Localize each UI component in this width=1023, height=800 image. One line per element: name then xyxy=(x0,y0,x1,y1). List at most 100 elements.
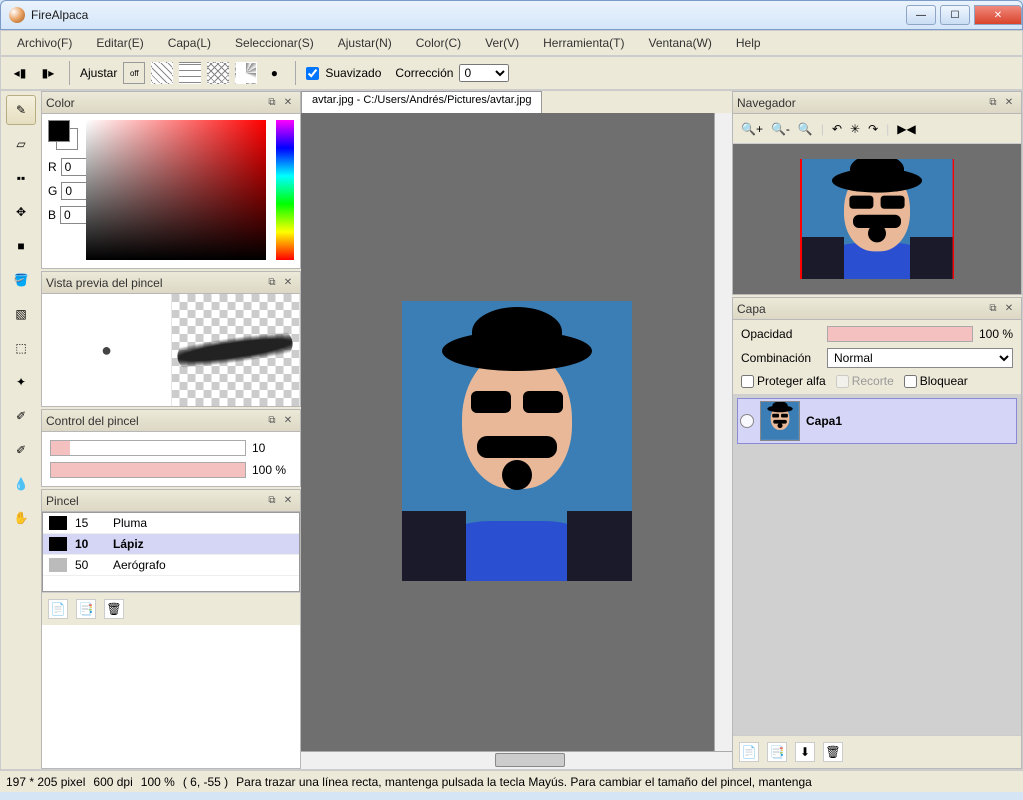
rotate-right-icon[interactable]: ↷ xyxy=(868,122,878,136)
status-position: ( 6, -55 ) xyxy=(183,775,228,789)
pencil-tool[interactable]: ✎ xyxy=(6,95,36,125)
navigator-preview[interactable] xyxy=(733,144,1021,294)
select-erase-tool[interactable]: ✐ xyxy=(6,435,36,465)
menu-color[interactable]: Color(C) xyxy=(404,32,473,54)
minimize-button[interactable]: — xyxy=(906,5,936,25)
snap-cross-icon[interactable] xyxy=(207,62,229,84)
menu-adjust[interactable]: Ajustar(N) xyxy=(326,32,404,54)
lock-checkbox[interactable] xyxy=(904,375,917,388)
move-tool[interactable]: ✥ xyxy=(6,197,36,227)
smoothing-checkbox[interactable] xyxy=(306,67,319,80)
brush-list[interactable]: 15Pluma 10Lápiz 50Aerógrafo xyxy=(42,512,300,592)
undock-icon[interactable]: ⧉ xyxy=(264,413,280,429)
brush-size-slider[interactable] xyxy=(50,440,246,456)
menu-layer[interactable]: Capa(L) xyxy=(156,32,223,54)
menu-window[interactable]: Ventana(W) xyxy=(636,32,723,54)
undock-icon[interactable]: ⧉ xyxy=(985,301,1001,317)
dot-tool[interactable]: ▪▪ xyxy=(6,163,36,193)
undock-icon[interactable]: ⧉ xyxy=(985,95,1001,111)
horizontal-scrollbar[interactable] xyxy=(301,751,732,769)
close-button[interactable]: ✕ xyxy=(974,5,1022,25)
undock-icon[interactable]: ⧉ xyxy=(264,493,280,509)
bucket-tool[interactable]: 🪣 xyxy=(6,265,36,295)
zoom-out-icon[interactable]: 🔍- xyxy=(771,122,790,136)
options-toolbar: ◂▮ ▮▸ Ajustar off ● Suavizado Corrección… xyxy=(0,56,1023,90)
eraser-tool[interactable]: ▱ xyxy=(6,129,36,159)
new-layer-button[interactable]: 📄 xyxy=(739,742,759,762)
correction-select[interactable]: 0 xyxy=(459,64,509,82)
snap-grid-icon[interactable] xyxy=(179,62,201,84)
close-panel-icon[interactable]: ✕ xyxy=(280,95,296,111)
close-panel-icon[interactable]: ✕ xyxy=(280,493,296,509)
magic-wand-tool[interactable]: ✦ xyxy=(6,367,36,397)
undock-icon[interactable]: ⧉ xyxy=(264,95,280,111)
color-panel: Color ⧉ ✕ R G B xyxy=(41,91,301,269)
b-label: B xyxy=(48,208,56,222)
close-panel-icon[interactable]: ✕ xyxy=(280,413,296,429)
undock-icon[interactable]: ⧉ xyxy=(264,275,280,291)
blend-label: Combinación xyxy=(741,351,821,365)
brush-opacity-slider[interactable] xyxy=(50,462,246,478)
close-panel-icon[interactable]: ✕ xyxy=(1001,95,1017,111)
swatch-stack[interactable] xyxy=(48,120,78,150)
zoom-in-icon[interactable]: 🔍+ xyxy=(741,122,763,136)
menubar: Archivo(F) Editar(E) Capa(L) Seleccionar… xyxy=(0,30,1023,56)
layer-panel-title: Capa xyxy=(737,302,985,316)
protect-alpha-checkbox[interactable] xyxy=(741,375,754,388)
snap-point-icon[interactable]: ● xyxy=(263,62,285,84)
blend-mode-select[interactable]: Normal xyxy=(827,348,1013,368)
brush-preview-panel: Vista previa del pincel ⧉ ✕ ● xyxy=(41,271,301,407)
menu-view[interactable]: Ver(V) xyxy=(473,32,531,54)
layer-opacity-slider[interactable] xyxy=(827,326,973,342)
layer-item[interactable]: Capa1 xyxy=(737,398,1017,444)
fill-tool[interactable]: ■ xyxy=(6,231,36,261)
brush-dot-preview: ● xyxy=(42,294,171,406)
gradient-tool[interactable]: ▧ xyxy=(6,299,36,329)
status-dimensions: 197 * 205 pixel xyxy=(6,775,85,789)
close-panel-icon[interactable]: ✕ xyxy=(1001,301,1017,317)
flip-icon[interactable]: ▶◀ xyxy=(897,122,915,136)
menu-help[interactable]: Help xyxy=(724,32,773,54)
snap-diag-icon[interactable] xyxy=(151,62,173,84)
zoom-fit-icon[interactable]: 🔍 xyxy=(798,122,813,136)
saturation-value-picker[interactable] xyxy=(86,120,266,260)
layer-visibility-toggle[interactable] xyxy=(740,414,754,428)
hand-tool[interactable]: ✋ xyxy=(6,503,36,533)
foreground-color-swatch[interactable] xyxy=(48,120,70,142)
maximize-button[interactable]: ☐ xyxy=(940,5,970,25)
brush-control-title: Control del pincel xyxy=(46,414,264,428)
new-brush-button[interactable]: 📄 xyxy=(48,599,68,619)
vertical-scrollbar[interactable] xyxy=(714,113,732,769)
duplicate-layer-button[interactable]: 📑 xyxy=(767,742,787,762)
snap-off-icon[interactable]: off xyxy=(123,62,145,84)
snap-radial-icon[interactable] xyxy=(235,62,257,84)
close-panel-icon[interactable]: ✕ xyxy=(280,275,296,291)
rotate-left-icon[interactable]: ↶ xyxy=(832,122,842,136)
menu-tool[interactable]: Herramienta(T) xyxy=(531,32,636,54)
canvas-image[interactable] xyxy=(402,301,632,581)
select-rect-tool[interactable]: ⬚ xyxy=(6,333,36,363)
brush-item[interactable]: 50Aerógrafo xyxy=(43,555,299,576)
menu-select[interactable]: Seleccionar(S) xyxy=(223,32,326,54)
brush-item[interactable]: 15Pluma xyxy=(43,513,299,534)
hue-slider[interactable] xyxy=(276,120,294,260)
eyedropper-tool[interactable]: 💧 xyxy=(6,469,36,499)
clipping-checkbox xyxy=(836,375,849,388)
merge-layer-button[interactable]: ⬇ xyxy=(795,742,815,762)
document-tab[interactable]: avtar.jpg - C:/Users/Andrés/Pictures/avt… xyxy=(301,91,542,113)
delete-brush-button[interactable]: 🗑 xyxy=(104,599,124,619)
menu-file[interactable]: Archivo(F) xyxy=(5,32,84,54)
undo-button[interactable]: ◂▮ xyxy=(9,62,31,84)
rotate-reset-icon[interactable]: ✳ xyxy=(850,122,860,136)
tool-strip: ✎ ▱ ▪▪ ✥ ■ 🪣 ▧ ⬚ ✦ ✐ ✐ 💧 ✋ xyxy=(1,91,41,769)
brush-item[interactable]: 10Lápiz xyxy=(43,534,299,555)
menu-edit[interactable]: Editar(E) xyxy=(84,32,155,54)
layer-list[interactable]: Capa1 xyxy=(733,394,1021,735)
redo-button[interactable]: ▮▸ xyxy=(37,62,59,84)
delete-layer-button[interactable]: 🗑 xyxy=(823,742,843,762)
canvas-viewport[interactable] xyxy=(301,113,732,769)
brush-control-panel: Control del pincel ⧉ ✕ 10 100 % xyxy=(41,409,301,487)
select-pen-tool[interactable]: ✐ xyxy=(6,401,36,431)
duplicate-brush-button[interactable]: 📑 xyxy=(76,599,96,619)
status-zoom: 100 % xyxy=(141,775,175,789)
